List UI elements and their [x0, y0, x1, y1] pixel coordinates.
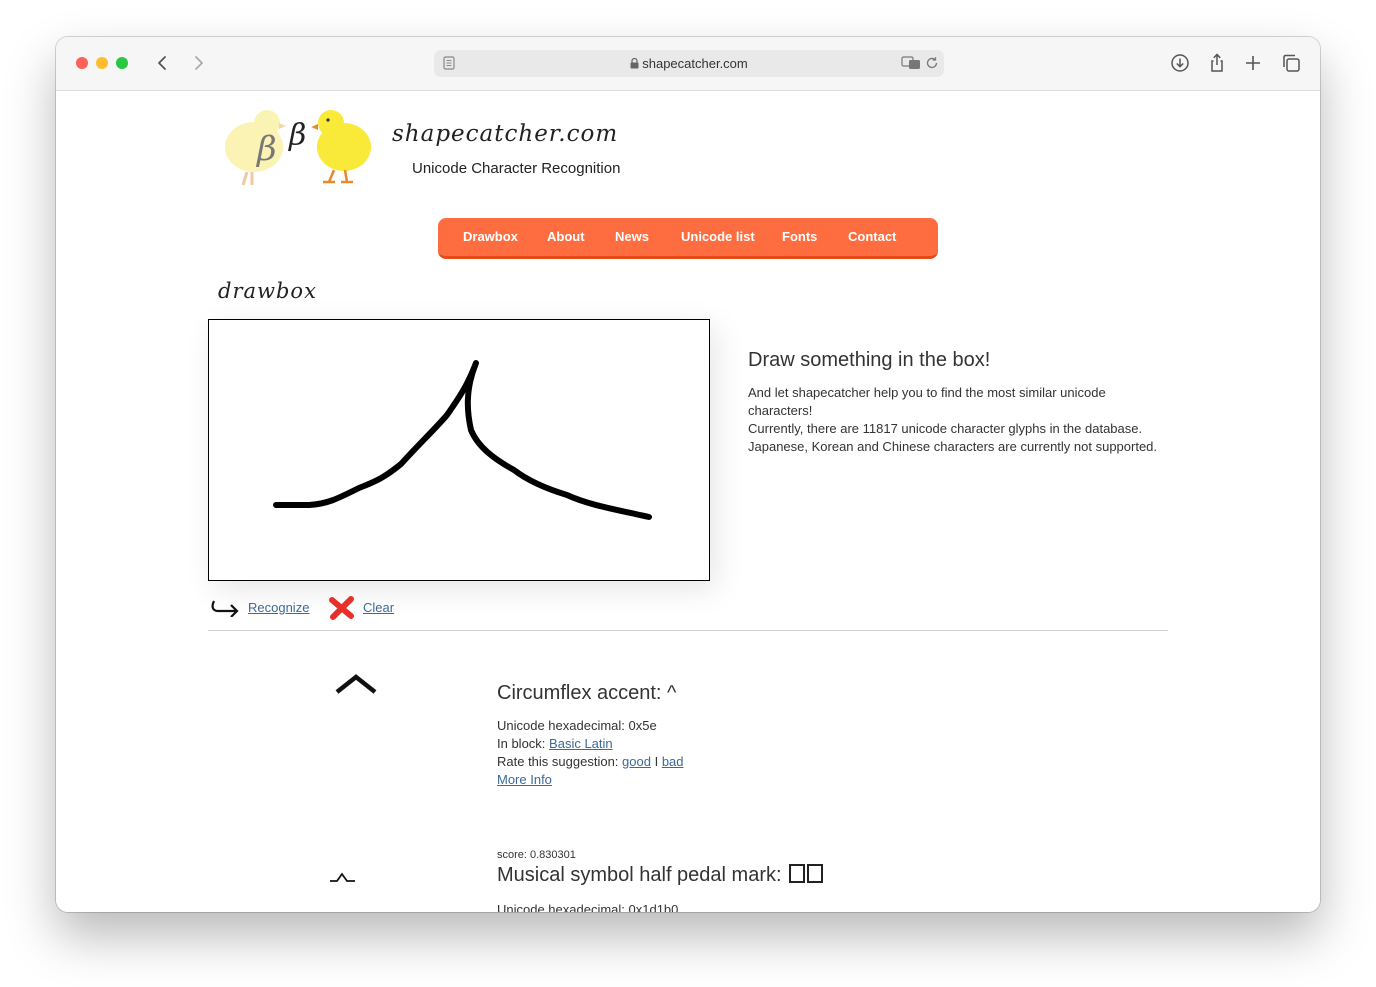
clear-link[interactable]: Clear	[363, 600, 394, 615]
result-glyph-circumflex	[335, 674, 377, 694]
drawing-canvas[interactable]	[208, 319, 710, 581]
browser-window: shapecatcher.com β β shapecatcher.com Un…	[56, 37, 1320, 912]
divider	[208, 630, 1168, 631]
rate-good-link[interactable]: good	[622, 754, 651, 769]
nav-news[interactable]: News	[615, 229, 649, 244]
site-name: shapecatcher.com	[392, 121, 619, 147]
result-score: score: 0.830301	[497, 849, 576, 861]
missing-glyph-box	[789, 864, 806, 883]
help-line: Japanese, Korean and Chinese characters …	[748, 439, 1158, 454]
help-text: And let shapecatcher help you to find th…	[748, 384, 1158, 456]
page-content: β β shapecatcher.com Unicode Character R…	[56, 91, 1320, 912]
translate-icon[interactable]	[901, 56, 921, 70]
address-bar[interactable]: shapecatcher.com	[434, 50, 944, 77]
missing-glyph-box	[807, 864, 824, 883]
user-drawing	[273, 360, 652, 520]
rate-bad-link[interactable]: bad	[662, 754, 684, 769]
logo-beta: β	[288, 118, 306, 153]
recognize-link[interactable]: Recognize	[248, 600, 309, 615]
nav-drawbox[interactable]: Drawbox	[463, 229, 518, 244]
site-tagline: Unicode Character Recognition	[412, 160, 621, 177]
url-label: shapecatcher.com	[642, 56, 748, 71]
result-title: Musical symbol half pedal mark:	[497, 864, 824, 887]
help-line: Currently, there are 11817 unicode chara…	[748, 421, 1143, 436]
result-hex: Unicode hexadecimal: 0x5e	[497, 718, 657, 733]
chicks-logo: β β	[225, 110, 371, 186]
result-hex: Unicode hexadecimal: 0x1d1b0	[497, 902, 679, 912]
result-info: Unicode hexadecimal: 0x5e In block: Basi…	[497, 717, 684, 789]
logo-beta-faded: β	[255, 129, 277, 169]
close-window-button[interactable]	[76, 57, 88, 69]
result-title-text: Circumflex accent: ^	[497, 682, 677, 704]
back-icon[interactable]	[151, 51, 175, 75]
minimize-window-button[interactable]	[96, 57, 108, 69]
share-icon[interactable]	[1205, 51, 1229, 75]
tab-overview-icon[interactable]	[1279, 51, 1303, 75]
result-title: Circumflex accent: ^	[497, 682, 676, 705]
red-x-icon[interactable]	[329, 595, 355, 621]
result-rate-row: Rate this suggestion: good I bad	[497, 753, 684, 771]
nav-contact[interactable]: Contact	[848, 229, 896, 244]
help-title: Draw something in the box!	[748, 349, 991, 371]
result-title-text: Musical symbol half pedal mark:	[497, 864, 782, 886]
result-glyph-half-pedal	[330, 872, 355, 882]
rate-prefix: Rate this suggestion:	[497, 754, 619, 769]
url-text: shapecatcher.com	[434, 56, 944, 71]
return-arrow-icon[interactable]	[210, 599, 240, 617]
more-info-link[interactable]: More Info	[497, 772, 552, 787]
rate-separator: I	[654, 754, 659, 769]
drawbox-heading: drawbox	[218, 279, 317, 303]
browser-toolbar: shapecatcher.com	[56, 37, 1320, 91]
result-info: Unicode hexadecimal: 0x1d1b0	[497, 901, 678, 912]
new-tab-icon[interactable]	[1241, 51, 1265, 75]
block-prefix: In block:	[497, 736, 546, 751]
zoom-window-button[interactable]	[116, 57, 128, 69]
nav-unicode-list[interactable]: Unicode list	[681, 229, 755, 244]
downloads-icon[interactable]	[1168, 51, 1192, 75]
lock-icon	[630, 57, 639, 69]
block-link[interactable]: Basic Latin	[549, 736, 613, 751]
nav-about[interactable]: About	[547, 229, 585, 244]
result-block-row: In block: Basic Latin	[497, 735, 684, 753]
reload-icon[interactable]	[925, 56, 939, 70]
nav-fonts[interactable]: Fonts	[782, 229, 817, 244]
main-nav: Drawbox About News Unicode list Fonts Co…	[438, 218, 938, 259]
help-line: And let shapecatcher help you to find th…	[748, 385, 1106, 418]
forward-icon[interactable]	[186, 51, 210, 75]
